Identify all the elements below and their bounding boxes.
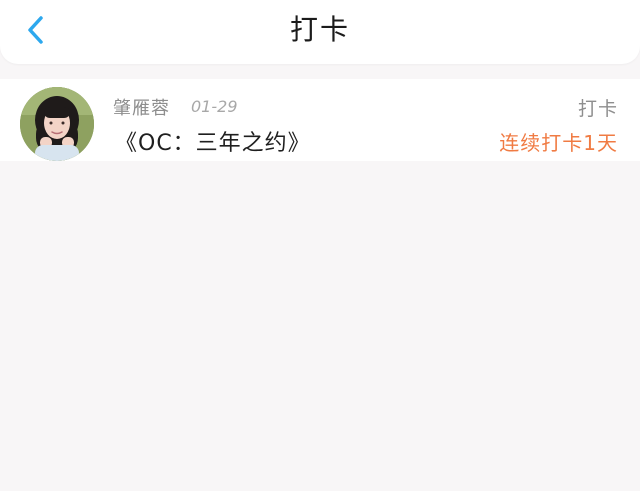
- avatar[interactable]: [20, 87, 94, 161]
- streak-count: 连续打卡1天: [499, 131, 618, 155]
- checkin-date: 01-29: [191, 97, 238, 116]
- user-name: 肇雁蓉: [113, 98, 170, 119]
- page-title: 打卡: [289, 13, 350, 46]
- checkin-page: 打卡 肇雁蓉 01-29 《OC：三年之约》 打卡 连续打卡1天: [0, 0, 640, 491]
- book-title[interactable]: 《OC：三年之约》: [115, 125, 311, 157]
- checkin-card[interactable]: 肇雁蓉 01-29 《OC：三年之约》 打卡 连续打卡1天: [0, 79, 640, 161]
- avatar-image: [20, 87, 94, 161]
- top-bar: 打卡: [0, 0, 640, 64]
- checkin-status: 打卡: [577, 98, 618, 120]
